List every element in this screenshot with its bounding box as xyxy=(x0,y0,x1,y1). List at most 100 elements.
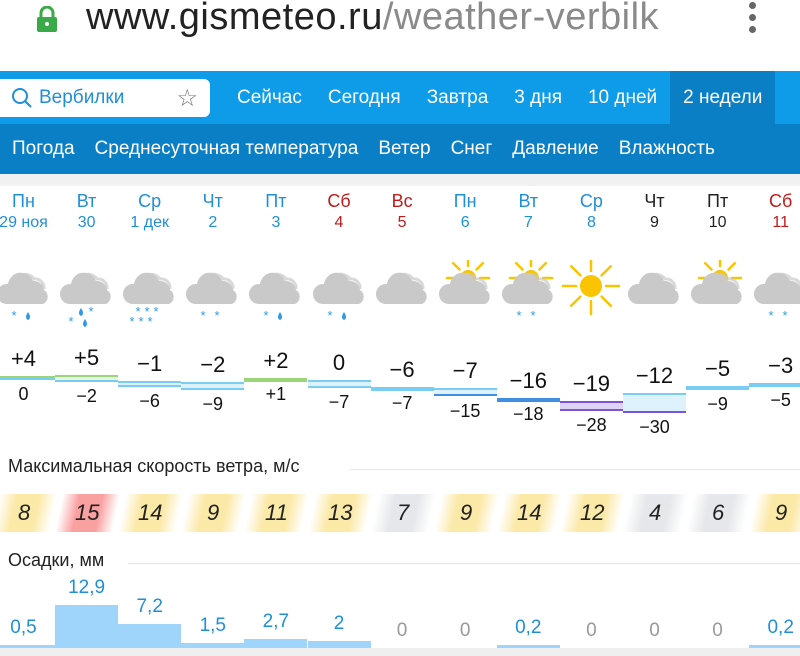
temperature-max: −5 xyxy=(705,355,731,381)
wind-speed-tile: 12 xyxy=(559,494,625,532)
temperature-max: −3 xyxy=(768,353,794,379)
precip-bar xyxy=(244,638,308,648)
precip-value: 1,5 xyxy=(199,614,226,636)
precip-bar xyxy=(0,645,56,648)
period-nav: Вербилки ☆ Сейчас Сегодня Завтра 3 дня 10 дн… xyxy=(0,71,800,124)
day-of-week: Сб xyxy=(327,191,351,211)
temperature-band xyxy=(181,382,245,390)
cloud-snow-rain-icon: * xyxy=(0,260,55,330)
temperature-min: −2 xyxy=(76,386,97,407)
tab-0[interactable]: Сейчас xyxy=(224,71,315,124)
temperature-min: −9 xyxy=(202,393,224,414)
temperature-max: 0 xyxy=(332,350,346,375)
wind-section-title: Максимальная скорость ветра, м/с xyxy=(8,456,300,476)
day-date: 29 ноя xyxy=(0,214,48,231)
parameter-nav: Погода Среднесуточная температура Ветер Сне… xyxy=(0,124,800,174)
day-column[interactable]: Сб 11 * * xyxy=(749,190,800,323)
day-date: 5 xyxy=(397,214,407,231)
temperature-band xyxy=(244,377,308,382)
tab-1[interactable]: Сегодня xyxy=(315,71,414,124)
subnav-item-4[interactable]: Давление xyxy=(502,124,608,174)
day-of-week: Вт xyxy=(518,191,539,211)
day-column[interactable]: Пт 3 * xyxy=(244,190,307,323)
temperature-max: −1 xyxy=(137,351,163,377)
day-of-week: Чт xyxy=(202,191,223,211)
tab-4[interactable]: 10 дней xyxy=(575,71,670,124)
tab-3[interactable]: 3 дня xyxy=(501,71,575,124)
day-column[interactable]: Сб 4 * xyxy=(308,190,371,323)
url-text[interactable]: www.gismeteo.ru/weather-verbilk xyxy=(86,0,659,39)
tab-5[interactable]: 2 недели xyxy=(670,71,776,124)
temperature-max: +5 xyxy=(74,344,100,370)
cloud-snow-icon: * * xyxy=(749,260,800,330)
footer-strip xyxy=(0,648,800,656)
precip-bar xyxy=(181,642,245,648)
day-column[interactable]: Ср 1 дек * * * * * * xyxy=(118,190,181,329)
location-search[interactable]: Вербилки ☆ xyxy=(0,79,210,117)
wind-speed-value: 4 xyxy=(649,500,662,525)
cloud-snow-icon: * * * * * * xyxy=(118,260,181,330)
temperature-max: −16 xyxy=(509,367,547,393)
precip-value: 0 xyxy=(712,620,723,641)
divider xyxy=(0,174,800,186)
location-value[interactable]: Вербилки xyxy=(39,87,176,109)
temperature-band xyxy=(118,381,182,387)
svg-text:*: * xyxy=(89,304,94,319)
subnav-item-1[interactable]: Среднесуточная температура xyxy=(85,124,369,174)
day-date: 11 xyxy=(772,214,789,231)
temperature-max: −19 xyxy=(572,370,611,396)
svg-text:*: * xyxy=(11,308,16,323)
url-host: www.gismeteo.ru xyxy=(86,0,383,38)
wind-speed-value: 9 xyxy=(207,500,220,525)
tab-2[interactable]: Завтра xyxy=(414,71,502,124)
temperature-min: −7 xyxy=(391,392,413,413)
wind-speed-value: 7 xyxy=(396,500,410,525)
browser-address-bar[interactable]: www.gismeteo.ru/weather-verbilk xyxy=(0,0,800,70)
day-column[interactable]: Пн 29 ноя * xyxy=(0,190,55,323)
temperature-band xyxy=(370,386,434,391)
day-of-week: Пт xyxy=(707,191,729,211)
day-column[interactable]: Пт 10 xyxy=(686,190,749,304)
subnav-item-5[interactable]: Влажность xyxy=(609,124,725,174)
day-of-week: Чт xyxy=(644,191,665,211)
favorite-star-icon[interactable]: ☆ xyxy=(176,84,198,113)
svg-text:*: * xyxy=(327,308,332,323)
more-menu-icon[interactable] xyxy=(745,2,759,38)
svg-text:*: * xyxy=(215,308,220,323)
subnav-item-0[interactable]: Погода xyxy=(2,124,85,174)
wind-speed-tile: 9 xyxy=(749,494,800,532)
temperature-band xyxy=(433,387,497,397)
precip-value: 2,7 xyxy=(262,610,290,632)
wind-speed-tile: 9 xyxy=(181,494,247,532)
subnav-item-3[interactable]: Снег xyxy=(441,124,503,174)
day-of-week: Вт xyxy=(76,191,97,211)
sun-cloud-snow-icon: * * xyxy=(497,255,560,330)
day-date: 9 xyxy=(650,214,659,231)
precip-bar xyxy=(118,623,182,648)
day-column[interactable]: Вт 7 * * xyxy=(497,190,560,323)
day-column[interactable]: Пн 6 xyxy=(434,190,497,304)
cloud-icon xyxy=(371,260,434,330)
wind-speed-value: 9 xyxy=(460,500,473,525)
cloud-icon xyxy=(623,260,686,330)
day-column[interactable]: Вс 5 xyxy=(371,190,434,304)
svg-text:*: * xyxy=(769,308,774,323)
day-of-week: Пн xyxy=(453,191,477,211)
day-column[interactable]: Ср 8 xyxy=(560,190,623,316)
day-date: 8 xyxy=(586,214,596,231)
day-column[interactable]: Чт 2 * * xyxy=(181,190,244,323)
svg-text:*: * xyxy=(130,314,135,329)
wind-speed-tile: 7 xyxy=(370,494,436,532)
precip-value: 0 xyxy=(649,620,660,641)
temperature-band xyxy=(623,393,687,413)
cloud-snow-rain-icon: * xyxy=(308,260,371,330)
precip-bar xyxy=(55,604,119,648)
day-date: 10 xyxy=(708,214,727,231)
day-column[interactable]: Чт 9 xyxy=(623,190,686,304)
temperature-min: −18 xyxy=(513,403,544,424)
temperature-min: −30 xyxy=(639,417,670,437)
wind-speed-value: 14 xyxy=(517,500,542,525)
subnav-item-2[interactable]: Ветер xyxy=(368,124,440,174)
day-date: 1 дек xyxy=(130,214,169,231)
day-column[interactable]: Вт 30 * * xyxy=(55,190,118,329)
